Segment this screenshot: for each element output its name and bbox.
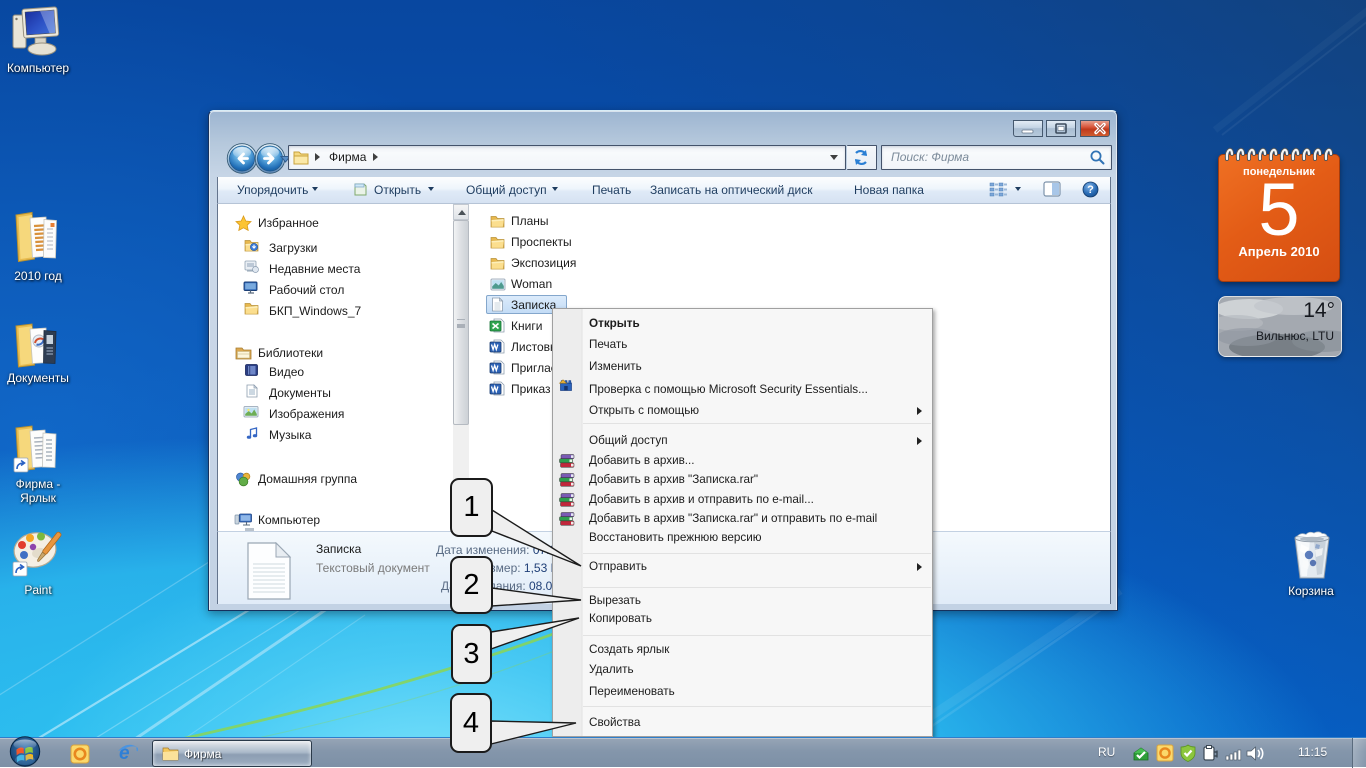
svg-text:?: ? [1087,184,1094,196]
